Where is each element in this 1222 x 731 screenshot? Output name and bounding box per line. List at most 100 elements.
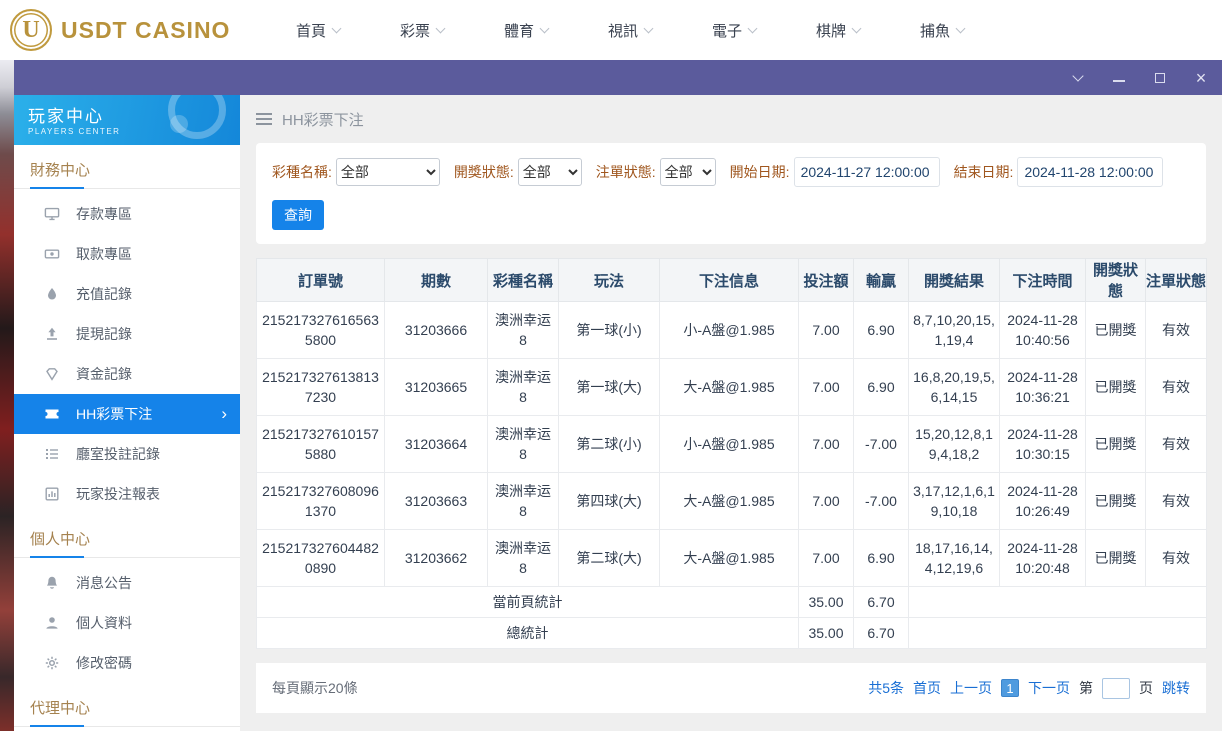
filter-lottery-name: 彩種名稱: 全部: [272, 158, 440, 186]
sidebar-item-profile[interactable]: 個人資料: [14, 603, 240, 643]
grand-total-row: 總統計 35.00 6.70: [256, 617, 1207, 649]
nav-item-label: 視訊: [607, 22, 638, 40]
col-period: 期數: [384, 258, 488, 302]
cell-win: 6.90: [853, 358, 909, 416]
page-jump-input[interactable]: [1102, 677, 1130, 699]
sidebar-item-cashout-records[interactable]: 提現記錄: [14, 314, 240, 354]
bets-table: 訂單號 期數 彩種名稱 玩法 下注信息 投注額 輸贏 開獎結果 下注時間 開獎狀…: [256, 258, 1207, 649]
window-close-button[interactable]: ×: [1194, 69, 1208, 87]
page-total-win: 6.70: [853, 586, 909, 618]
draw-status-label: 開獎狀態:: [453, 164, 514, 180]
pagination-bar: 每頁顯示20條 共5条 首页 上一页 1 下一页 第 页 跳转: [256, 663, 1206, 713]
window-minimize-button[interactable]: [1112, 71, 1126, 85]
cell-draw-status: 已開獎: [1085, 358, 1146, 416]
page-total-label: 當前頁統計: [256, 586, 799, 618]
cell-order-no: 2152173276165635800: [256, 301, 385, 359]
sidebar-item-label: 修改密碼: [76, 655, 132, 671]
nav-item-slots[interactable]: 電子: [682, 20, 786, 41]
prev-page-link[interactable]: 上一页: [950, 678, 992, 698]
brand-logo-text: USDT CASINO: [61, 16, 231, 43]
nav-item-label: 電子: [711, 22, 742, 40]
cell-result: 16,8,20,19,5,6,14,15: [908, 358, 1000, 416]
nav-item-fishing[interactable]: 捕魚: [890, 20, 994, 41]
hamburger-icon[interactable]: [256, 113, 272, 125]
start-date-input[interactable]: [793, 157, 940, 187]
monitor-icon: [44, 206, 60, 222]
cell-play: 第一球(大): [558, 358, 660, 416]
bell-icon: [44, 575, 60, 591]
cell-play: 第二球(大): [558, 529, 660, 587]
sidebar-item-recharge-records[interactable]: 充值記錄: [14, 274, 240, 314]
next-page-link[interactable]: 下一页: [1028, 678, 1070, 698]
gem-icon: [44, 366, 60, 382]
sidebar-item-deposit[interactable]: 存款專區: [14, 194, 240, 234]
draw-status-select[interactable]: 全部: [517, 158, 582, 186]
sidebar-item-change-password[interactable]: 修改密碼: [14, 643, 240, 683]
ticket-icon: [44, 406, 60, 422]
sidebar-item-funds-records[interactable]: 資金記錄: [14, 354, 240, 394]
jump-button[interactable]: 跳转: [1162, 678, 1190, 698]
main-menu: 首頁 彩票 體育 視訊 電子 棋牌 捕魚: [266, 20, 994, 41]
cell-bet-info: 大-A盤@1.985: [659, 358, 799, 416]
chevron-down-icon: [435, 23, 446, 33]
cell-order-no: 2152173276044820890: [256, 529, 385, 587]
sidebar-title: 玩家中心: [28, 107, 104, 126]
bets-table-card: 訂單號 期數 彩種名稱 玩法 下注信息 投注額 輸贏 開獎結果 下注時間 開獎狀…: [256, 258, 1207, 649]
cell-order-status: 有效: [1145, 472, 1207, 530]
first-page-link[interactable]: 首页: [913, 678, 941, 698]
total-count-text: 共5条: [868, 680, 904, 696]
nav-item-label: 棋牌: [815, 22, 846, 40]
cell-order-no: 2152173276080961370: [256, 472, 385, 530]
sidebar-item-hh-lottery-bets[interactable]: HH彩票下注 ›: [14, 394, 240, 434]
cell-result: 8,7,10,20,15,1,19,4: [908, 301, 1000, 359]
sidebar-item-hall-bet-records[interactable]: 廳室投註記錄: [14, 434, 240, 474]
sidebar-item-label: 玩家投注報表: [76, 486, 160, 502]
cell-time: 2024-11-28 10:40:56: [999, 301, 1086, 359]
bar-chart-icon: [44, 486, 60, 502]
lottery-name-select[interactable]: 全部: [335, 158, 440, 186]
nav-item-video[interactable]: 視訊: [578, 20, 682, 41]
sidebar-item-player-bet-report[interactable]: 玩家投注報表: [14, 474, 240, 514]
window-maximize-button[interactable]: [1153, 71, 1167, 85]
col-result: 開獎結果: [908, 258, 1000, 302]
query-button[interactable]: 查詢: [272, 200, 324, 230]
start-date-label: 開始日期:: [729, 164, 790, 180]
nav-item-boardgames[interactable]: 棋牌: [786, 20, 890, 41]
col-amount: 投注額: [798, 258, 854, 302]
cell-amount: 7.00: [798, 529, 854, 587]
cell-draw-status: 已開獎: [1085, 529, 1146, 587]
nav-item-lottery[interactable]: 彩票: [370, 20, 474, 41]
table-row: 2152173276165635800 31203666 澳洲幸运8 第一球(小…: [256, 301, 1207, 359]
page-total-row: 當前頁統計 35.00 6.70: [256, 586, 1207, 618]
nav-item-sports[interactable]: 體育: [474, 20, 578, 41]
background-photo-strip: [0, 60, 14, 731]
player-center-window: × 玩家中心 PLAYERS CENTER 財務中心 存款專區 取款專區 充值記…: [14, 60, 1222, 731]
sidebar-item-announcements[interactable]: 消息公告: [14, 563, 240, 603]
sidebar-item-label: 廳室投註記錄: [76, 446, 160, 462]
window-collapse-button[interactable]: [1071, 69, 1085, 85]
chevron-down-icon: [539, 23, 550, 33]
cell-amount: 7.00: [798, 301, 854, 359]
table-row: 2152173276080961370 31203663 澳洲幸运8 第四球(大…: [256, 472, 1207, 530]
cell-bet-info: 小-A盤@1.985: [659, 301, 799, 359]
cell-lottery: 澳洲幸运8: [487, 358, 559, 416]
col-order-status: 注單狀態: [1145, 258, 1207, 302]
minimize-icon: [1113, 79, 1125, 82]
order-status-select[interactable]: 全部: [659, 158, 716, 186]
cell-play: 第二球(小): [558, 415, 660, 473]
sidebar-item-withdraw[interactable]: 取款專區: [14, 234, 240, 274]
filter-order-status: 注單狀態: 全部: [596, 158, 716, 186]
col-order-no: 訂單號: [256, 258, 385, 302]
page-size-text: 每頁顯示20條: [272, 680, 358, 696]
sidebar-header: 玩家中心 PLAYERS CENTER: [14, 95, 240, 145]
cell-draw-status: 已開獎: [1085, 472, 1146, 530]
col-draw-status: 開獎狀態: [1085, 258, 1146, 302]
nav-item-home[interactable]: 首頁: [266, 20, 370, 41]
nav-item-label: 捕魚: [919, 22, 950, 40]
end-date-input[interactable]: [1017, 157, 1164, 187]
user-icon: [44, 615, 60, 631]
cell-period: 31203662: [384, 529, 488, 587]
current-page-indicator[interactable]: 1: [1001, 679, 1019, 697]
cell-win: -7.00: [853, 472, 909, 530]
gear-icon: [44, 655, 60, 671]
